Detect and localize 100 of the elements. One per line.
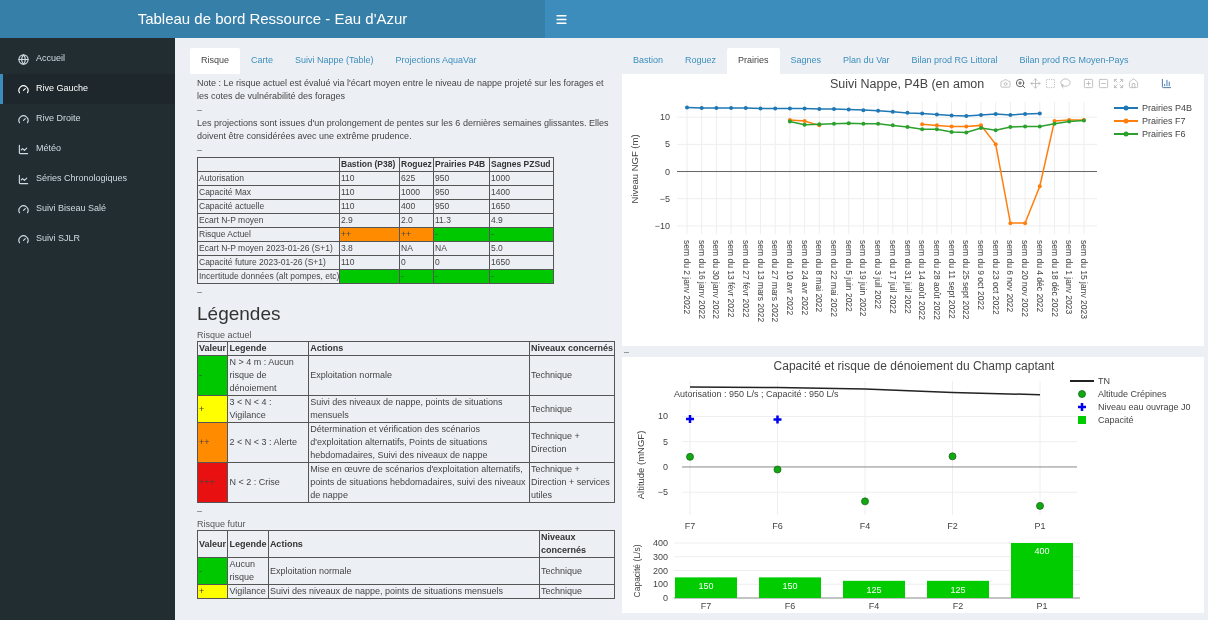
table-cell: Aucun risque xyxy=(227,557,269,585)
axis-tick-label: sem du 16 janv 2022 xyxy=(696,240,707,319)
bar-value-label: 150 xyxy=(782,581,798,592)
table-cell: Technique xyxy=(529,395,615,423)
sidebar-item[interactable]: Météo xyxy=(0,134,175,164)
axis-tick-label: sem du 8 mai 2022 xyxy=(814,240,825,313)
point xyxy=(686,452,694,461)
table-cell: Vigilance xyxy=(227,584,269,599)
table-cell: Technique xyxy=(529,355,615,396)
axis-tick-label: sem du 2 janv 2022 xyxy=(682,240,692,315)
axis-tick-label: sem du 27 mars 2022 xyxy=(770,240,781,323)
table-cell: 950 xyxy=(433,199,490,214)
axis-tick-label: sem du 23 oct 2022 xyxy=(990,240,1001,315)
tab[interactable]: Risque xyxy=(190,48,240,74)
axis-tick-label: −5 xyxy=(659,193,670,204)
column-header: Bastion (P38) xyxy=(339,157,400,172)
table-cell: 1650 xyxy=(489,255,554,270)
table-cell: Mise en œuvre de scénarios d'exploitation alternatifs, points de situations hebdomadaires, suivi des niveaux de nappe xyxy=(308,462,530,503)
sidebar-item[interactable]: Accueil xyxy=(0,44,175,74)
note-paragraph: Les projections sont issues d'un prolongement de pentes sur les 6 dernières semaines glissantes. Elles doivent être considérées avec une extrême prudence. xyxy=(197,117,610,142)
axis-tick-label: F7 xyxy=(684,521,696,531)
legend-label[interactable]: Capacité xyxy=(1098,415,1134,425)
axis-title: Niveau NGF (m) xyxy=(629,134,640,204)
column-header: Legende xyxy=(227,341,309,356)
table-cell: Exploitation normale xyxy=(268,557,540,585)
legend-label[interactable]: Altitude Crépines xyxy=(1098,389,1167,399)
separator-dash: – xyxy=(624,347,629,357)
table-cell: N > 4 m : Aucun risque de dénoiement xyxy=(227,355,309,396)
axis-tick-label: sem du 14 août 2022 xyxy=(917,240,928,320)
sidebar-item[interactable]: Séries Chronologiques xyxy=(0,164,175,194)
table-cell: 3 < N < 4 : Vigilance xyxy=(227,395,309,423)
axis-tick-label: P1 xyxy=(1034,521,1046,531)
axis-tick-label: sem du 13 mars 2022 xyxy=(755,240,766,323)
axis-tick-label: sem du 24 avr 2022 xyxy=(799,240,810,316)
table-cell: 1400 xyxy=(489,185,554,200)
legend-label[interactable]: Prairies F6 xyxy=(1142,129,1186,139)
table-cell: 110 xyxy=(339,255,400,270)
table-cell: 400 xyxy=(399,199,434,214)
axis-tick-label: −10 xyxy=(654,220,670,231)
column-header: Niveaux concernés xyxy=(529,341,615,356)
table-cell: 110 xyxy=(339,171,400,186)
table-cell: Exploitation normale xyxy=(308,355,530,396)
table-cell: 625 xyxy=(399,171,434,186)
axis-tick-label: sem du 15 janv 2023 xyxy=(1078,240,1089,319)
section-heading: Légendes xyxy=(197,303,281,325)
table-cell: 2 < N < 3 : Alerte xyxy=(227,422,309,463)
axis-tick-label: F2 xyxy=(952,601,964,611)
sidebar-item[interactable]: Suivi SJLR xyxy=(0,224,175,254)
table-cell: Technique + Direction xyxy=(529,422,615,463)
axis-tick-label: sem du 19 juin 2022 xyxy=(858,240,869,317)
axis-tick-label: 300 xyxy=(652,551,668,562)
column-header: Sagnes PZSud xyxy=(489,157,554,172)
table-cell: 5.0 xyxy=(489,241,554,256)
risk-level-cell: - xyxy=(197,557,228,585)
axis-tick-label: sem du 18 déc 2022 xyxy=(1049,240,1060,318)
sidebar-item[interactable]: Suivi Biseau Salé xyxy=(0,194,175,224)
axis-tick-label: 10 xyxy=(658,411,668,422)
bar-value-label: 125 xyxy=(866,584,882,595)
table-cell: 4.9 xyxy=(489,213,554,228)
axis-tick-label: F4 xyxy=(859,521,871,531)
legend-label[interactable]: TN xyxy=(1098,376,1110,386)
axis-tick-label: 10 xyxy=(660,112,670,123)
risk-level-cell: +++ xyxy=(197,462,228,503)
risk-level-cell: ++ xyxy=(197,422,228,463)
axis-tick-label: 0 xyxy=(663,461,668,472)
separator-dash: – xyxy=(197,506,202,517)
axis-tick-label: sem du 20 nov 2022 xyxy=(1020,240,1031,318)
bar-value-label: 125 xyxy=(950,584,966,595)
legend-label[interactable]: Prairies F7 xyxy=(1142,116,1186,126)
axis-tick-label: sem du 3 juil 2022 xyxy=(873,240,884,309)
row-label: Incertitude données (alt pompes, etc) xyxy=(197,269,340,284)
table-cell: Technique + Direction + services utiles xyxy=(529,462,615,503)
separator-dash: – xyxy=(197,287,202,298)
axis-tick-label: 100 xyxy=(652,579,668,590)
axis-tick-label: sem du 1 janv 2023 xyxy=(1064,240,1075,315)
sidebar-item[interactable]: Rive Droite xyxy=(0,104,175,134)
table-cell: N < 2 : Crise xyxy=(227,462,309,503)
app-title: Tableau de bord Ressource - Eau d'Azur xyxy=(137,8,408,29)
row-label: Risque Actuel xyxy=(197,227,340,242)
table-cell: Technique xyxy=(539,584,615,599)
axis-tick-label: sem du 27 févr 2022 xyxy=(740,240,751,318)
chart-title: Suivi Nappe, P4B (en amon xyxy=(830,77,985,91)
bar-value-label: 150 xyxy=(698,581,714,592)
row-label: Autorisation xyxy=(197,171,340,186)
sidebar-item[interactable]: Rive Gauche xyxy=(0,74,175,104)
axis-tick-label: F6 xyxy=(784,601,796,611)
legend-label[interactable]: Niveau eau ouvrage J0 xyxy=(1098,402,1191,412)
table-cell: 950 xyxy=(433,185,490,200)
axis-tick-label: 5 xyxy=(663,436,668,447)
table-caption: Risque futur xyxy=(197,518,246,530)
tab[interactable]: Prairies xyxy=(727,48,780,74)
table-cell: 0 xyxy=(433,255,490,270)
row-label: Ecart N-P moyen xyxy=(197,213,340,228)
axis-tick-label: F2 xyxy=(947,521,958,531)
axis-tick-label: 0 xyxy=(665,166,670,177)
legend-label[interactable]: Prairies P4B xyxy=(1142,103,1193,113)
axis-tick-label: sem du 31 juil 2022 xyxy=(902,240,913,314)
table-cell: 110 xyxy=(339,199,400,214)
axis-tick-label: sem du 30 janv 2022 xyxy=(711,240,722,319)
column-header: Actions xyxy=(268,530,540,558)
